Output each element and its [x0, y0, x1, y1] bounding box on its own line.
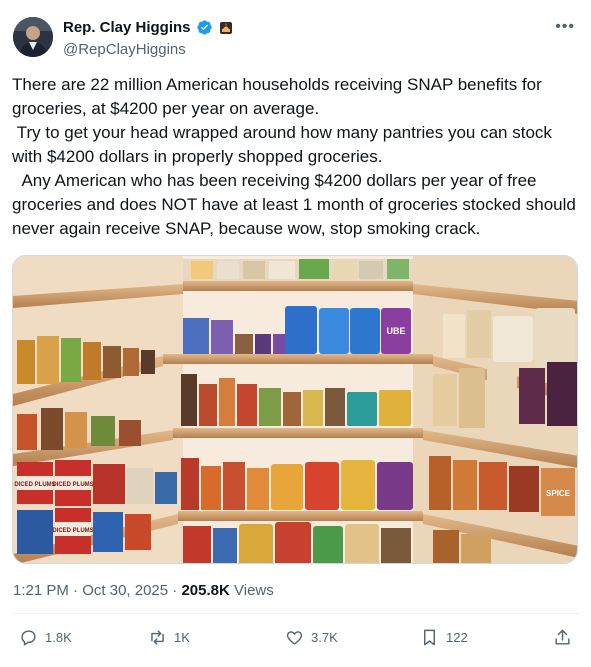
reply-count: 1.8K	[45, 630, 72, 645]
author-handle[interactable]: @RepClayHiggins	[63, 41, 186, 58]
tweet-time[interactable]: 1:21 PM	[13, 582, 69, 599]
profile-photo	[13, 17, 53, 57]
bookmark-count: 122	[446, 630, 468, 645]
action-bar: 1.8K 1K 3.7K 122	[0, 628, 591, 656]
media-label-diced-plums-3: DICED PLUMS	[52, 528, 93, 534]
views-count: 205.8K	[181, 582, 230, 599]
tweet-meta: 1:21 PM · Oct 30, 2025 · 205.8K Views	[13, 582, 274, 599]
bookmark-icon	[420, 628, 439, 647]
repost-button[interactable]: 1K	[148, 628, 190, 647]
like-button[interactable]: 3.7K	[285, 628, 338, 647]
bookmark-button[interactable]: 122	[420, 628, 468, 647]
more-options-icon[interactable]: •••	[555, 18, 575, 36]
media-label-spice: SPICE	[546, 489, 571, 498]
views-label: Views	[234, 582, 274, 599]
tweet-media[interactable]: UBE DICED PLUMS DICED PLUMS DICED PLUMS …	[12, 255, 578, 564]
like-count: 3.7K	[311, 630, 338, 645]
reply-icon	[19, 628, 38, 647]
tweet-date[interactable]: Oct 30, 2025	[82, 582, 168, 599]
repost-icon	[148, 628, 167, 647]
divider	[12, 613, 579, 614]
author-name-row: Rep. Clay Higgins	[63, 19, 232, 36]
media-label-diced-plums-1: DICED PLUMS	[14, 482, 55, 488]
repost-count: 1K	[174, 630, 190, 645]
tweet-text: There are 22 million American households…	[12, 75, 576, 238]
stocked-pantry-photo: UBE DICED PLUMS DICED PLUMS DICED PLUMS …	[13, 256, 577, 563]
reply-button[interactable]: 1.8K	[19, 628, 72, 647]
us-capitol-icon[interactable]	[219, 21, 232, 34]
author-display-name[interactable]: Rep. Clay Higgins	[63, 19, 191, 36]
verified-badge-icon[interactable]	[196, 19, 213, 36]
meta-separator: ·	[73, 582, 79, 599]
media-label-diced-plums-2: DICED PLUMS	[52, 482, 93, 488]
avatar[interactable]	[13, 17, 53, 57]
meta-separator: ·	[172, 582, 178, 599]
media-label-ube: UBE	[386, 326, 405, 336]
share-icon	[553, 628, 572, 647]
share-button[interactable]	[553, 628, 572, 647]
heart-icon	[285, 628, 304, 647]
